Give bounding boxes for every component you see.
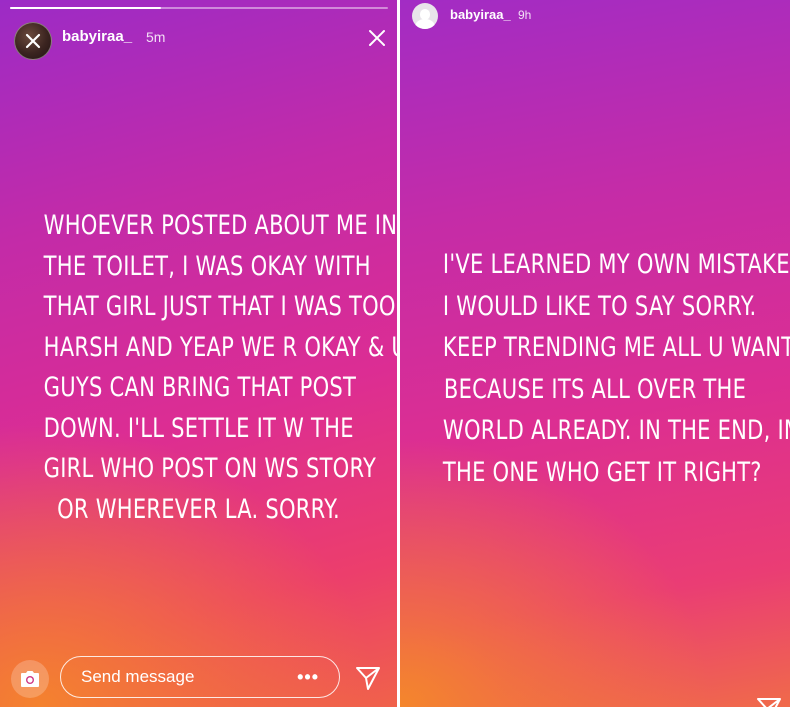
- close-button[interactable]: [364, 25, 390, 51]
- story-text: WHOEVER POSTED ABOUT ME IN THE TOILET, I…: [43, 206, 397, 530]
- send-message-input[interactable]: Send message •••: [60, 656, 340, 698]
- story-text-line: GIRL WHO POST ON WS STORY: [43, 453, 377, 484]
- avatar-body-shape: [415, 19, 435, 29]
- send-icon: [757, 698, 781, 707]
- close-overlay-icon: [20, 28, 46, 54]
- send-button[interactable]: [354, 664, 382, 692]
- story-text: I'VE LEARNED MY OWN MISTAKES, I WOULD LI…: [442, 244, 790, 493]
- story-text-line: OR WHEREVER LA. SORRY.: [57, 493, 340, 525]
- story-text-line: BECAUSE ITS ALL OVER THE: [443, 373, 747, 405]
- story-text-line: HARSH AND YEAP WE R OKAY & U: [43, 331, 397, 363]
- send-icon: [356, 667, 380, 690]
- close-icon: [369, 30, 385, 46]
- story-progress-bar: [10, 7, 388, 9]
- username[interactable]: babyiraa_: [450, 7, 511, 22]
- story-text-line: DOWN. I'LL SETTLE IT W THE: [43, 412, 354, 444]
- story-left[interactable]: babyiraa_ 5m WHOEVER POSTED ABOUT ME IN …: [0, 0, 397, 707]
- send-button[interactable]: [756, 696, 784, 707]
- story-text-line: WORLD ALREADY. IN THE END, IM: [442, 415, 790, 446]
- camera-icon: [21, 671, 39, 687]
- story-text-line: I'VE LEARNED MY OWN MISTAKES,: [442, 249, 790, 280]
- story-text-line: KEEP TRENDING ME ALL U WANT: [442, 332, 790, 363]
- story-text-line: THE TOILET, I WAS OKAY WITH: [43, 250, 371, 282]
- story-text-line: THAT GIRL JUST THAT I WAS TOO: [43, 291, 396, 322]
- story-right[interactable]: babyiraa_ 9h I'VE LEARNED MY OWN MISTAKE…: [400, 0, 790, 707]
- avatar[interactable]: [412, 3, 438, 29]
- story-text-line: I WOULD LIKE TO SAY SORRY.: [442, 290, 757, 322]
- username[interactable]: babyiraa_: [62, 28, 132, 45]
- camera-button[interactable]: [11, 660, 49, 698]
- story-timestamp: 5m: [146, 29, 166, 45]
- more-dots-icon[interactable]: •••: [297, 667, 319, 688]
- avatar-head-shape: [419, 9, 431, 20]
- story-text-line: WHOEVER POSTED ABOUT ME IN: [43, 210, 397, 241]
- story-text-line: THE ONE WHO GET IT RIGHT?: [442, 456, 762, 488]
- send-message-placeholder: Send message: [81, 667, 195, 686]
- story-timestamp: 9h: [518, 8, 532, 22]
- story-progress-fill: [10, 7, 162, 9]
- story-text-line: GUYS CAN BRING THAT POST: [43, 372, 357, 403]
